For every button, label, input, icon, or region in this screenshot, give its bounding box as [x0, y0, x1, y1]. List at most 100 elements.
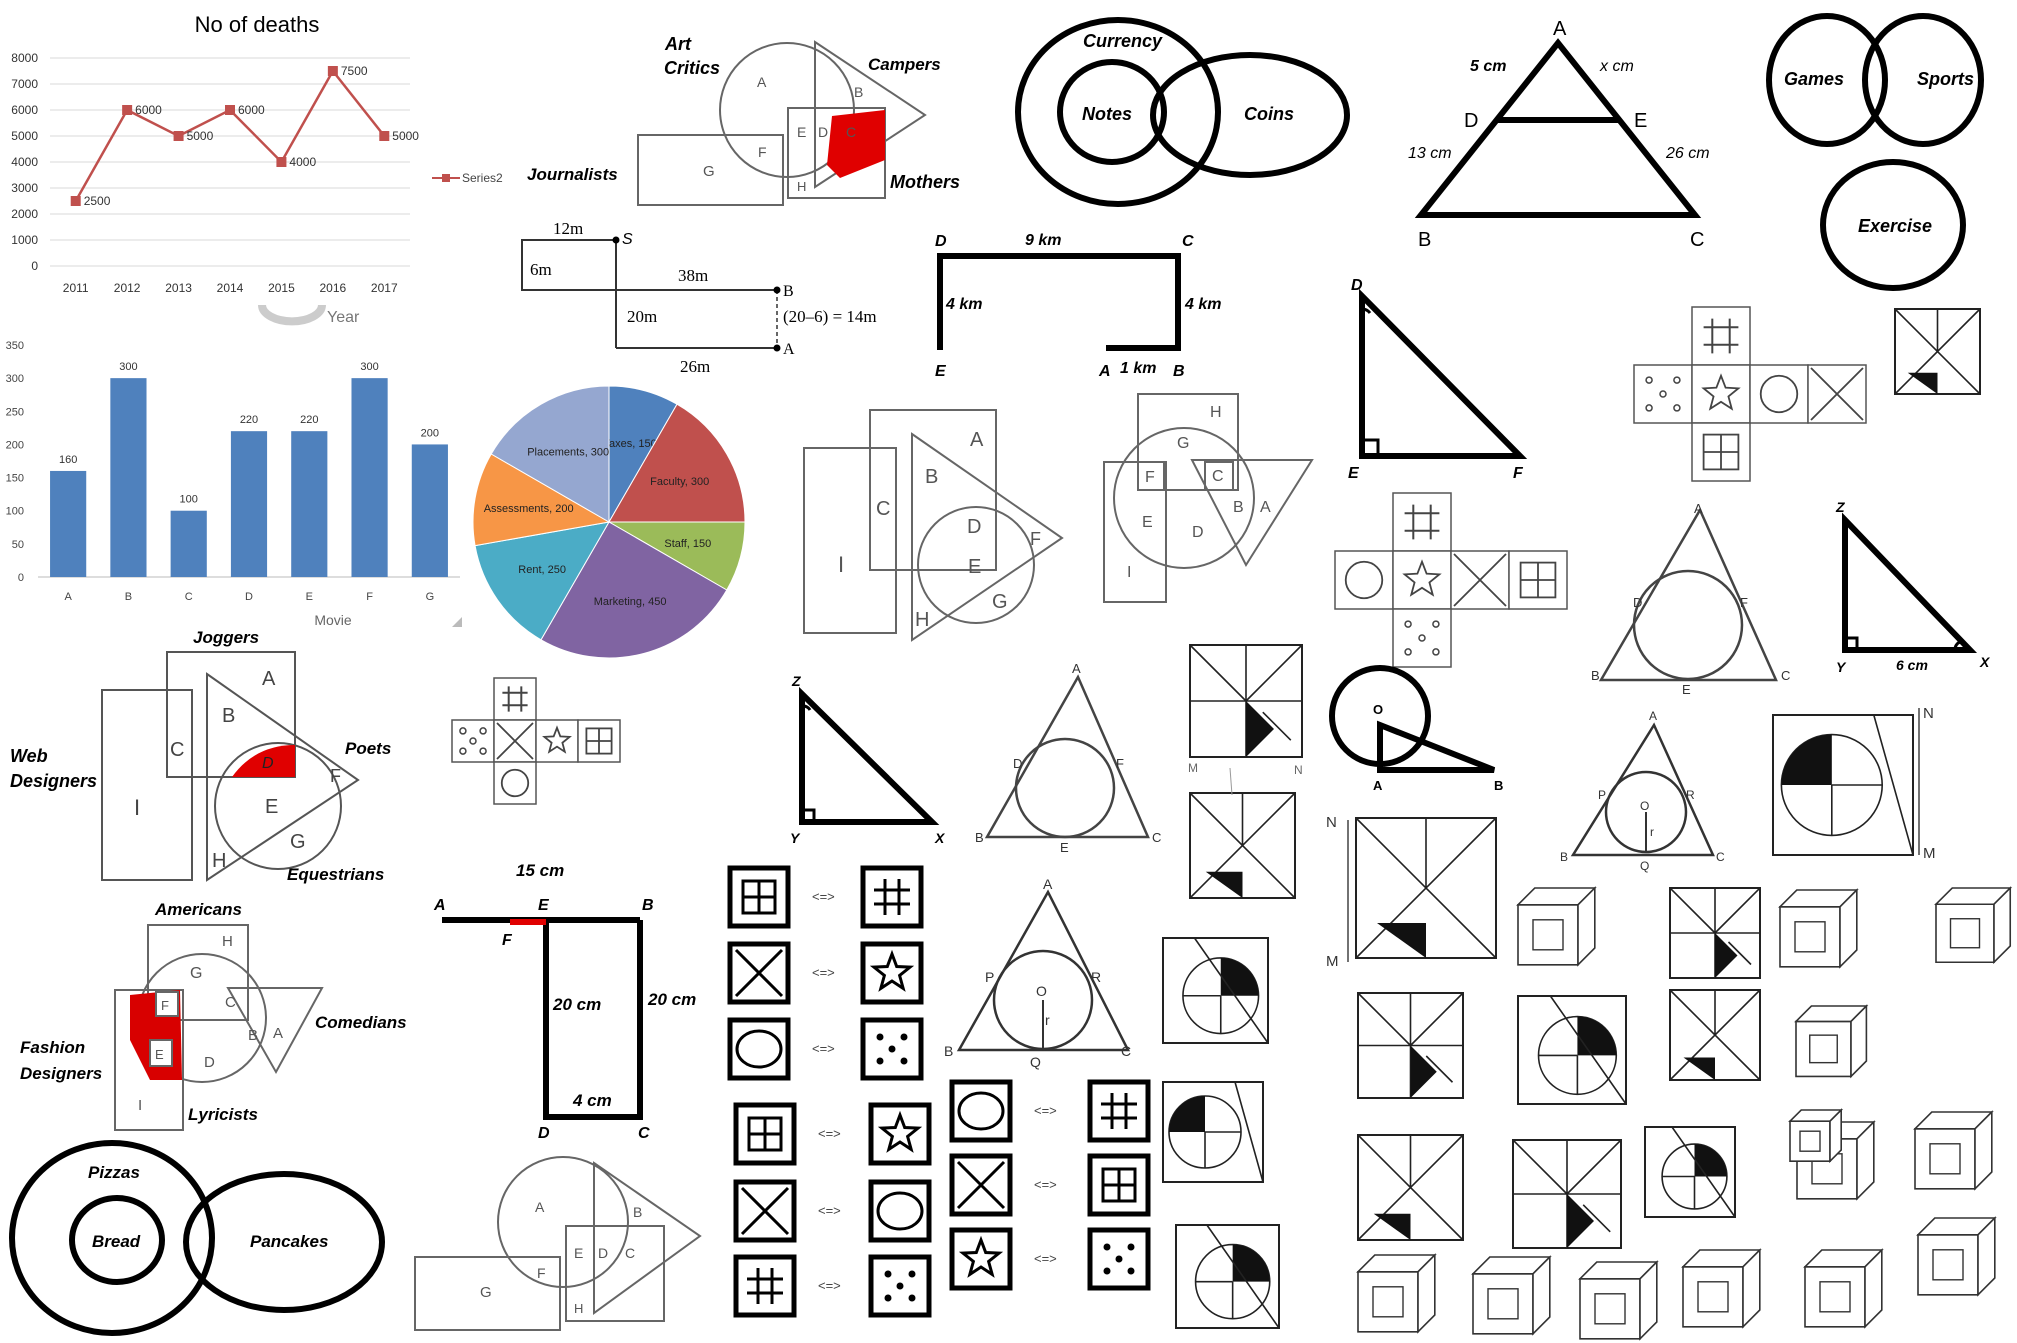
- y-tick-label: 50: [12, 539, 24, 551]
- label-4km-right: 4 km: [1184, 296, 1221, 313]
- label-notes: Notes: [1082, 104, 1132, 124]
- equivalence-symbol: <=>: [812, 889, 835, 904]
- net-face: [1691, 306, 1751, 366]
- vertex-c: C: [1690, 229, 1704, 251]
- label-joggers: Joggers: [193, 628, 259, 647]
- net-face: [1392, 608, 1452, 668]
- label-equestrians: Equestrians: [287, 865, 384, 884]
- hash-icon: [747, 1268, 783, 1304]
- x-tick-label: 2013: [165, 281, 192, 295]
- label-a: A: [783, 341, 795, 358]
- die-front: [1789, 1120, 1831, 1162]
- label-h: H: [574, 1301, 583, 1316]
- data-label: 2500: [84, 194, 111, 208]
- dot-icon: [876, 1033, 884, 1041]
- triangle-outline: [1359, 288, 1528, 459]
- data-label: 5000: [187, 129, 214, 143]
- label-x: X: [934, 830, 946, 846]
- label-p: P: [1598, 788, 1606, 802]
- data-point: [276, 157, 287, 167]
- label-d: D: [1633, 595, 1642, 610]
- x-tick-label: C: [185, 591, 193, 603]
- bar-value-label: 100: [180, 494, 198, 506]
- triangle-outline: [1842, 512, 1978, 653]
- die-front: [1779, 906, 1841, 968]
- label-currency: Currency: [1083, 31, 1163, 51]
- equivalence-symbol: <=>: [1034, 1251, 1057, 1266]
- venn-americans: Americans Comedians Fashion Designers Ly…: [20, 900, 407, 1131]
- label-f: F: [1145, 469, 1155, 486]
- x-tick-label: 2015: [268, 281, 295, 295]
- cross-icon: [740, 1186, 790, 1236]
- region-i: I: [134, 795, 140, 820]
- y-tick-label: 1000: [11, 233, 38, 247]
- bar-chart-x-ticks: A B C D E F G: [64, 591, 434, 603]
- label-a: A: [1098, 363, 1111, 380]
- y-tick-label: 350: [6, 340, 24, 352]
- x-tick-label: 2011: [63, 281, 89, 295]
- label-a: A: [1043, 876, 1053, 892]
- point-a: [773, 344, 781, 352]
- legend-series-label: Series2: [462, 171, 503, 185]
- line-chart-x-ticks: 2011 2012 2013 2014 2015 2016 2017: [63, 281, 398, 295]
- region-c: C: [846, 124, 856, 140]
- label-critics: Critics: [664, 58, 720, 78]
- label-x: X: [1979, 654, 1991, 670]
- net-face: [1633, 364, 1693, 424]
- label-d: D: [1192, 524, 1204, 541]
- label-a: A: [1260, 499, 1271, 516]
- label-i: I: [1127, 564, 1131, 581]
- incircle-triangle-3: A B C P R Q O r: [1560, 709, 1725, 873]
- circle-tangent-oab: O A B: [1329, 665, 1503, 793]
- label-1km: 1 km: [1120, 360, 1156, 377]
- label-b: B: [1233, 499, 1244, 516]
- data-label: 4000: [289, 155, 316, 169]
- venn-bottom-repeat: A B G F E D C H: [414, 1156, 702, 1331]
- label-20cm-inner: 20 cm: [552, 995, 601, 1014]
- region-e: E: [797, 124, 806, 140]
- hash-icon: [1101, 1093, 1137, 1129]
- dot-icon: [884, 1294, 892, 1302]
- label-4cm: 4 cm: [572, 1091, 612, 1110]
- vertex-d: D: [1464, 110, 1478, 132]
- label-h: H: [915, 609, 929, 631]
- label-b: B: [1173, 363, 1185, 380]
- slice-label: Placements, 300: [527, 446, 609, 458]
- line-chart-y-ticks: 8000 7000 6000 5000 4000 3000 2000 1000 0: [11, 51, 38, 273]
- data-point: [379, 131, 390, 141]
- path-distance-diagram: S B A 12m 6m 38m 20m 26m (20–6) = 14m: [521, 219, 877, 376]
- region-h: H: [797, 179, 806, 194]
- label-c: C: [625, 1245, 635, 1261]
- label-d: D: [1013, 756, 1022, 771]
- dot-icon: [908, 1270, 916, 1278]
- label-o: O: [1373, 702, 1383, 717]
- right-triangle-zyx-2: Z Y X: [790, 673, 946, 846]
- label-b: B: [944, 1043, 953, 1059]
- region-h: H: [222, 933, 233, 950]
- net-face: [451, 719, 495, 763]
- label-20m: 20m: [627, 307, 657, 326]
- label-y: Y: [790, 830, 801, 846]
- net-face: [1392, 492, 1452, 552]
- vertex-b: B: [1418, 229, 1431, 251]
- bar: [351, 378, 388, 577]
- region-b: B: [222, 705, 235, 727]
- region-d: D: [818, 124, 828, 140]
- label-d: D: [935, 233, 947, 250]
- label-i: I: [838, 552, 844, 577]
- y-tick-label: 3000: [11, 181, 38, 195]
- dot-icon: [884, 1270, 892, 1278]
- label-q: Q: [1640, 859, 1649, 873]
- dot-icon: [1103, 1267, 1111, 1275]
- bar: [50, 470, 87, 577]
- resize-grip-icon: [452, 617, 462, 627]
- mn-line: [1229, 767, 1233, 796]
- slice-label: Rent, 250: [518, 564, 566, 576]
- label-bread: Bread: [92, 1232, 141, 1251]
- line-chart-title: No of deaths: [195, 12, 320, 37]
- x-tick-label: 2012: [114, 281, 141, 295]
- net-face: [493, 761, 537, 805]
- region-g: G: [703, 163, 715, 180]
- legend-marker: [442, 174, 450, 182]
- net-face: [1749, 364, 1809, 424]
